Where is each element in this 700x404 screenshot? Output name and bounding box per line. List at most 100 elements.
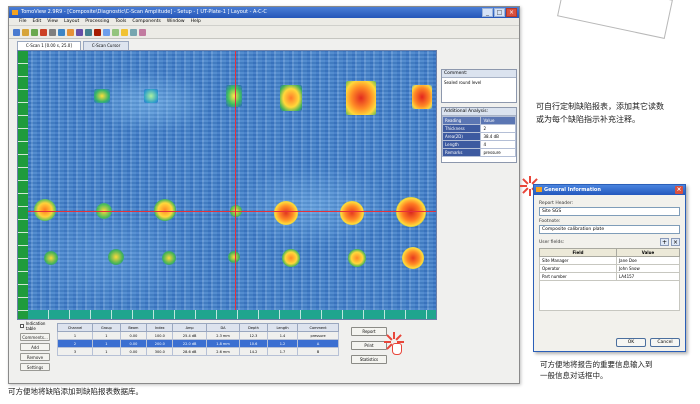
toolbar-button-icon[interactable] — [67, 28, 74, 36]
menu-item-file[interactable]: File — [19, 18, 27, 25]
menu-item-tools[interactable]: Tools — [115, 18, 126, 25]
statistics-button[interactable]: Statistics — [351, 355, 387, 364]
defect-round[interactable] — [274, 201, 298, 225]
defect-square[interactable] — [94, 89, 110, 103]
analysis-row[interactable]: Area(2D) 38.4 dB — [441, 132, 516, 141]
user-field-value[interactable]: Jane Doe — [615, 256, 681, 265]
toolbar-button-icon[interactable] — [49, 28, 56, 36]
settings-button[interactable]: Settings — [20, 363, 50, 371]
user-fields-table[interactable]: Field Value Site Manager Jane Doe Operator… — [539, 248, 681, 281]
maximize-button[interactable]: □ — [494, 8, 505, 17]
indication-column-header[interactable]: Index — [146, 323, 174, 332]
user-field-value[interactable]: LA4157 — [615, 272, 681, 281]
value-column-header[interactable]: Value — [615, 248, 681, 257]
toolbar-button-icon[interactable] — [40, 28, 47, 36]
menu-item-window[interactable]: Window — [167, 18, 185, 25]
indication-column-header[interactable]: Amp — [172, 323, 207, 332]
menu-item-help[interactable]: Help — [191, 18, 201, 25]
analysis-value[interactable]: 38.4 dB — [480, 132, 516, 141]
report-header-field[interactable]: Site SGS — [539, 207, 680, 216]
toolbar-button-icon[interactable] — [103, 28, 110, 36]
toolbar-button-icon[interactable] — [112, 28, 119, 36]
toolbar-button-icon[interactable] — [31, 28, 38, 36]
indication-column-header[interactable]: Length — [266, 323, 299, 332]
defect-round[interactable] — [228, 251, 240, 263]
analysis-value[interactable]: pressure — [480, 148, 516, 157]
toolbar-button-icon[interactable] — [121, 28, 128, 36]
defect-square[interactable] — [226, 85, 242, 107]
defect-round[interactable] — [402, 247, 424, 269]
user-field-row[interactable]: Operator John Snow — [539, 264, 681, 273]
add-field-icon[interactable]: + — [660, 238, 669, 246]
toolbar-button-icon[interactable] — [139, 28, 146, 36]
menu-item-processing[interactable]: Processing — [85, 18, 109, 25]
tab-cscan-cursor[interactable]: C-Scan Cursor — [82, 41, 130, 50]
analysis-value[interactable]: 2 — [480, 124, 516, 133]
toolbar-button-icon[interactable] — [76, 28, 83, 36]
defect-round[interactable] — [108, 249, 124, 265]
close-button[interactable]: × — [506, 8, 517, 17]
user-field-row[interactable]: Part number LA4157 — [539, 272, 681, 281]
tab-cscan[interactable]: C-Scan 1 [0.00 s, 25.0] — [17, 41, 81, 50]
toolbar-button-icon[interactable] — [13, 28, 20, 36]
defect-square[interactable] — [412, 85, 432, 109]
toolbar-button-icon[interactable] — [22, 28, 29, 36]
menu-item-view[interactable]: View — [47, 18, 58, 25]
user-field-name[interactable]: Operator — [539, 264, 617, 273]
user-field-value[interactable]: John Snow — [615, 264, 681, 273]
indication-column-header[interactable]: Depth — [239, 323, 268, 332]
defect-round[interactable] — [34, 199, 56, 221]
user-field-row[interactable]: Site Manager Jane Doe — [539, 256, 681, 265]
defect-round[interactable] — [340, 201, 364, 225]
indication-column-header[interactable]: Group — [92, 323, 121, 332]
comments-button[interactable]: Comments... — [20, 333, 50, 341]
ok-button[interactable]: OK — [616, 338, 646, 347]
indication-column-header[interactable]: Comment — [297, 323, 339, 332]
indication-column-header[interactable]: Beam — [119, 323, 148, 332]
user-field-name[interactable]: Part number — [539, 272, 617, 281]
toolbar-button-icon[interactable] — [85, 28, 92, 36]
defect-round[interactable] — [162, 251, 176, 265]
analysis-row[interactable]: Length 4 — [441, 140, 516, 149]
comment-text[interactable]: Sealed round level — [442, 78, 516, 87]
report-button[interactable]: Report — [351, 327, 387, 336]
analysis-row[interactable]: Remarks pressure — [441, 148, 516, 157]
toolbar-button-icon[interactable] — [130, 28, 137, 36]
table-row[interactable]: 2 1 0.00 200.0 22.0 dB 1.8 mm 10.6 1.2 A — [56, 339, 339, 348]
field-column-header[interactable]: Field — [539, 248, 617, 257]
analysis-value[interactable]: 4 — [480, 140, 516, 149]
defect-round[interactable] — [348, 249, 366, 267]
indication-column-header[interactable]: DA — [205, 323, 241, 332]
defect-round[interactable] — [396, 197, 426, 227]
defect-square[interactable] — [346, 81, 376, 115]
cscan-image[interactable] — [28, 51, 436, 310]
analysis-value[interactable]: Value — [480, 116, 516, 125]
defect-square[interactable] — [144, 89, 158, 103]
user-field-name[interactable]: Site Manager — [539, 256, 617, 265]
menu-item-components[interactable]: Components — [132, 18, 160, 25]
menu-item-edit[interactable]: Edit — [33, 18, 42, 25]
indication-checkbox[interactable]: Indication table — [17, 321, 53, 331]
add-indication-button[interactable]: Add — [20, 343, 50, 351]
defect-square[interactable] — [280, 85, 302, 111]
indication-table[interactable]: Channel Group Beam Index Amp DA Depth Length Com… — [56, 323, 339, 356]
cscan-view[interactable] — [17, 50, 437, 320]
cancel-button[interactable]: Cancel — [650, 338, 680, 347]
table-row[interactable]: 3 1 0.00 300.0 28.6 dB 2.6 mm 14.2 1.7 B — [56, 347, 339, 356]
remove-indication-button[interactable]: Remove — [20, 353, 50, 361]
menu-item-layout[interactable]: Layout — [64, 18, 79, 25]
dialog-close-icon[interactable]: × — [675, 186, 683, 194]
toolbar-button-icon[interactable] — [94, 28, 101, 36]
defect-round[interactable] — [282, 249, 300, 267]
remove-field-icon[interactable]: × — [671, 238, 680, 246]
toolbar-button-icon[interactable] — [58, 28, 65, 36]
defect-round[interactable] — [44, 251, 58, 265]
print-button[interactable]: Print — [351, 341, 387, 350]
analysis-row[interactable]: Reading Value — [441, 116, 516, 125]
vertical-cursor[interactable] — [235, 51, 236, 310]
minimize-button[interactable]: _ — [482, 8, 493, 17]
footnote-field[interactable]: Composite calibration plate — [539, 225, 680, 234]
analysis-row[interactable]: Thickness 2 — [441, 124, 516, 133]
horizontal-cursor[interactable] — [28, 211, 436, 212]
indication-column-header[interactable]: Channel — [56, 323, 94, 332]
